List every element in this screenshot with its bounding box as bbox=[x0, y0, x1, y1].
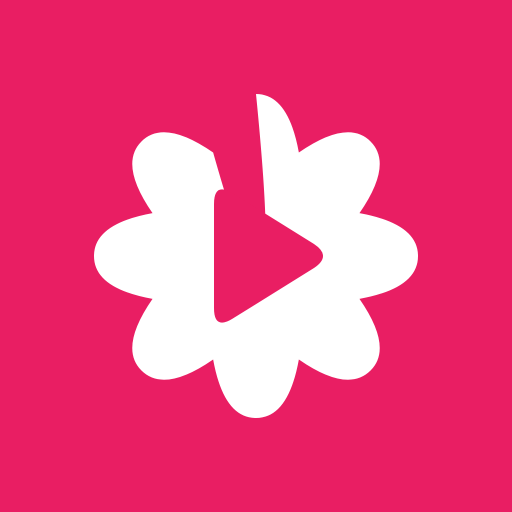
app-icon bbox=[0, 0, 512, 512]
app-icon-graphic bbox=[0, 0, 512, 512]
